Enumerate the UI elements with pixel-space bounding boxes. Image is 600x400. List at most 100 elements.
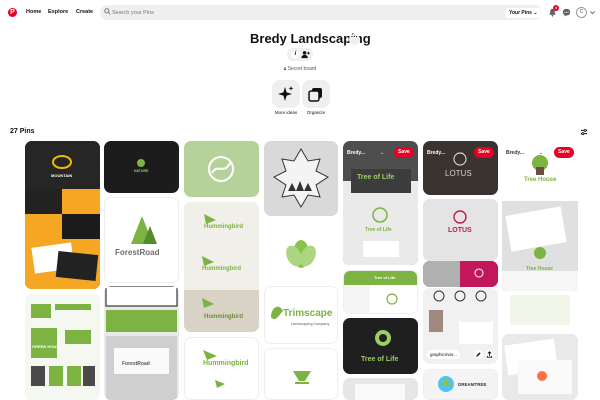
logo-text: Hummingbird xyxy=(203,360,249,367)
search-scope-dropdown[interactable]: Your Pins ⌄ xyxy=(505,8,542,18)
pin-card[interactable]: Bredy... ⌄ Save LOTUS xyxy=(423,141,498,195)
more-ideas-button[interactable] xyxy=(272,80,300,108)
logo-text: Trimscape xyxy=(283,308,333,319)
pin-card[interactable]: Trimscape Landscaping Company xyxy=(264,286,338,344)
pin-card[interactable] xyxy=(264,348,338,400)
search-input[interactable] xyxy=(100,5,542,20)
chevron-down-icon[interactable] xyxy=(589,9,596,16)
nav-explore-link[interactable]: Explore xyxy=(48,9,68,15)
share-icon xyxy=(486,351,493,358)
logo-text: MOUNTAIN xyxy=(51,173,73,178)
logo-subtext: Landscaping Company xyxy=(291,322,330,326)
pin-card[interactable]: Bredy... ⌄ Save Tree of Life Tree of Lif… xyxy=(343,141,418,265)
organize-button[interactable] xyxy=(302,80,330,108)
pin-title: Bredy... xyxy=(427,150,445,156)
chevron-down-icon[interactable]: ⌄ xyxy=(380,150,384,156)
pin-card[interactable]: GREEN HOUSE xyxy=(25,294,100,400)
pin-card[interactable]: Tree of Life xyxy=(343,270,418,314)
board-options-button[interactable]: ··· xyxy=(349,34,360,45)
pin-title: Bredy... xyxy=(506,150,524,156)
pin-image xyxy=(504,338,572,394)
notification-badge: 4 xyxy=(553,5,559,11)
logo-text: Hummingbird xyxy=(204,224,243,230)
pin-image xyxy=(137,159,145,167)
pin-image xyxy=(25,141,100,289)
pin-image xyxy=(375,330,391,346)
pin-image xyxy=(286,240,316,268)
share-pin-button[interactable] xyxy=(485,350,494,359)
edit-pin-button[interactable] xyxy=(474,350,483,359)
pin-card[interactable] xyxy=(264,220,338,282)
logo-text: Tree of Life xyxy=(361,356,399,363)
chevron-down-icon[interactable]: ⌄ xyxy=(460,150,464,156)
chevron-down-icon[interactable]: ⌄ xyxy=(539,150,543,156)
pin-count: 27 Pins xyxy=(10,128,35,135)
pin-card[interactable]: Tree of Life xyxy=(343,318,418,374)
logo-text: Tree House xyxy=(526,266,553,272)
add-collaborator-icon[interactable] xyxy=(301,50,310,59)
pin-card[interactable] xyxy=(423,261,498,287)
pin-image xyxy=(273,148,329,208)
logo-text: Hummingbird xyxy=(204,314,243,320)
sparkle-icon xyxy=(278,86,294,101)
search-scope-label: Your Pins xyxy=(509,10,532,16)
collaborator-avatar: i xyxy=(291,50,300,59)
logo-text: ForestRoad xyxy=(115,248,160,257)
logo-text: Hummingbird xyxy=(202,266,241,272)
logo-text: LOTUS xyxy=(448,227,472,234)
organize-label: Organize xyxy=(306,110,326,115)
pin-image xyxy=(105,286,178,400)
pin-card[interactable]: LOTUS xyxy=(423,199,498,261)
pin-card[interactable]: MOUNTAIN xyxy=(25,141,100,289)
pin-card[interactable]: ForestRoad xyxy=(104,197,179,283)
save-button[interactable]: Save xyxy=(474,147,494,158)
pin-card[interactable]: DREAMTREE xyxy=(423,369,498,400)
organize-icon xyxy=(308,88,322,102)
collaborators-group[interactable]: i xyxy=(287,48,313,61)
pin-card[interactable] xyxy=(264,141,338,216)
pin-image xyxy=(502,141,578,329)
search-icon xyxy=(104,8,111,15)
pin-image xyxy=(131,216,157,244)
logo-text: Tree of Life xyxy=(374,275,396,280)
pin-image xyxy=(423,261,498,287)
logo-text: Tree of Life xyxy=(365,227,392,233)
chevron-down-icon: ⌄ xyxy=(533,10,538,16)
pin-card[interactable]: Bredy... ⌄ Save Tree House Tree House xyxy=(502,141,578,329)
pin-image xyxy=(343,169,418,265)
search-placeholder: Search your Pins xyxy=(112,10,154,16)
pin-card[interactable]: Hummingbird Hummingbird Hummingbird xyxy=(184,202,259,332)
pin-title: Bredy... xyxy=(347,150,365,156)
filter-icon[interactable] xyxy=(580,128,588,136)
pin-card[interactable] xyxy=(343,378,418,400)
logo-text: Tree of Life xyxy=(357,174,395,181)
user-avatar[interactable]: C xyxy=(576,7,587,18)
pin-card[interactable]: ForestRoad xyxy=(104,286,179,400)
pin-card[interactable] xyxy=(502,334,578,400)
pencil-icon xyxy=(476,352,481,357)
link-chip[interactable]: graphicriver... xyxy=(427,350,461,359)
logo-text: LOTUS xyxy=(445,169,472,178)
logo-text: Tree House xyxy=(524,177,557,183)
privacy-text: Secret board xyxy=(287,66,317,72)
logo-text: DREAMTREE xyxy=(458,382,487,387)
chat-icon[interactable] xyxy=(562,8,571,17)
logo-text: GREEN HOUSE xyxy=(32,344,62,349)
save-button[interactable]: Save xyxy=(394,147,414,158)
logo-text: ForestRoad xyxy=(122,361,150,367)
nav-create-link[interactable]: Create xyxy=(76,9,93,15)
pin-image xyxy=(203,350,225,388)
logo-text: NATURE xyxy=(134,169,149,173)
pin-card[interactable] xyxy=(184,141,259,197)
privacy-label: 🔒︎ Secret board xyxy=(0,66,600,72)
pin-image xyxy=(293,371,311,384)
top-navigation-bar: P Home Explore Create Search your Pins Y… xyxy=(0,0,600,26)
pin-card[interactable]: graphicriver... xyxy=(423,288,498,364)
lock-icon: 🔒︎ xyxy=(283,66,287,72)
save-button[interactable]: Save xyxy=(554,147,574,158)
pin-image xyxy=(355,384,405,400)
pinterest-logo-icon[interactable]: P xyxy=(8,8,17,17)
pin-card[interactable]: Hummingbird xyxy=(184,337,259,400)
pin-card[interactable]: NATURE xyxy=(104,141,179,193)
nav-home-link[interactable]: Home xyxy=(26,9,41,15)
